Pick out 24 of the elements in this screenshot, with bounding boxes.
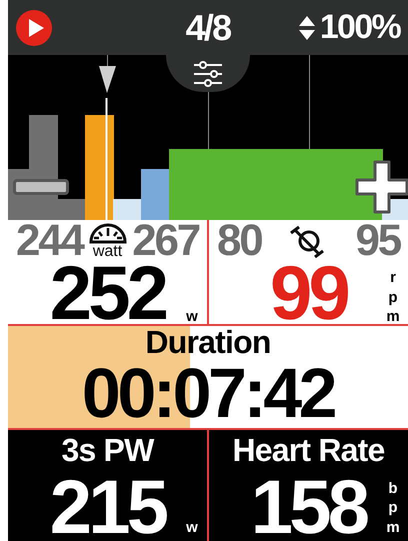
field-value: 215 (50, 476, 166, 541)
page-indicator: 4/8 (184, 6, 232, 50)
minus-button[interactable] (13, 179, 69, 195)
field-value: 99 (270, 262, 347, 327)
range-low: 244 (16, 219, 83, 263)
range-high: 267 (132, 219, 199, 263)
duration-value: 00:07:42 (82, 358, 334, 428)
plus-button[interactable] (355, 160, 408, 214)
field-label: Heart Rate (232, 431, 385, 470)
unit-label: rpm (386, 268, 400, 327)
range-high: 95 (355, 219, 400, 263)
sliders-icon (194, 60, 222, 86)
duration-label: Duration (145, 326, 271, 358)
play-icon[interactable] (16, 10, 52, 46)
zoom-level: 100% (320, 7, 400, 48)
range-low: 80 (217, 219, 262, 263)
watt-label: watt (92, 244, 122, 260)
unit-label: w (185, 518, 199, 537)
field-value: 158 (250, 476, 366, 541)
up-down-arrows-icon[interactable] (298, 14, 316, 42)
field-label: 3s PW (61, 431, 154, 470)
field-value: 252 (50, 262, 166, 327)
unit-label: bpm (386, 478, 400, 537)
unit-label: w (185, 307, 199, 327)
